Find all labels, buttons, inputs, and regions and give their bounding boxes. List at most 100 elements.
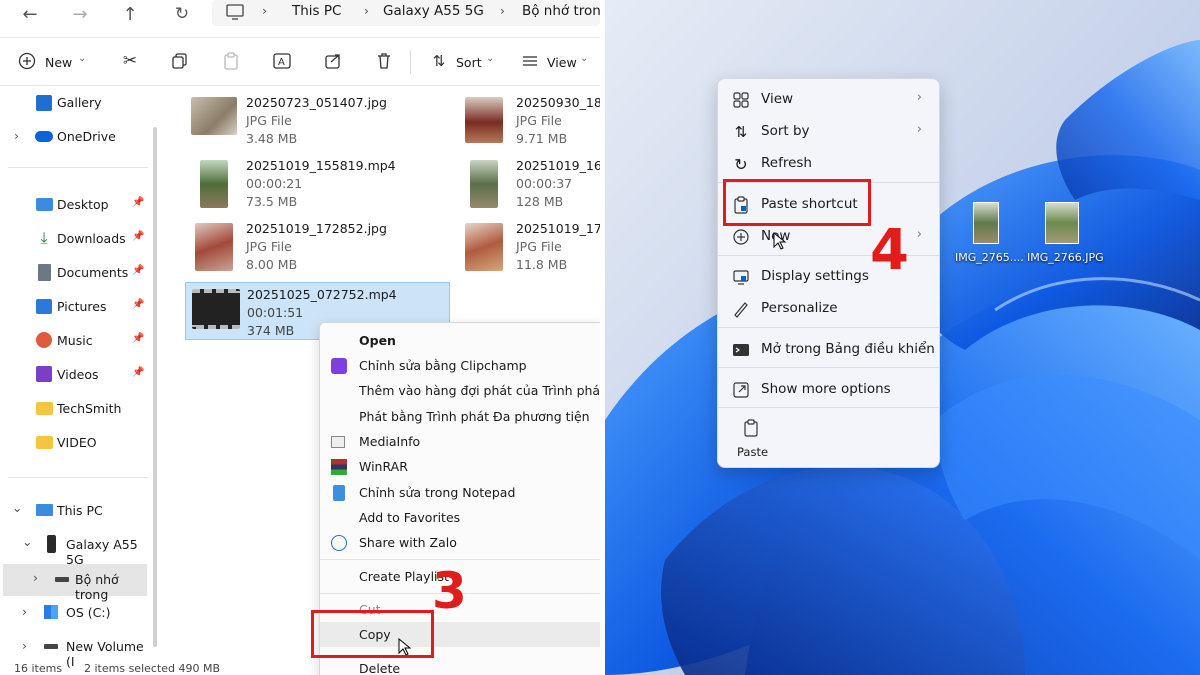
refresh-icon[interactable]: ↻ (170, 2, 194, 26)
copy-icon[interactable] (171, 52, 189, 70)
pin-icon[interactable]: 📌 (132, 197, 144, 208)
sidebar-item-this-pc[interactable]: ⌄ This PC (0, 496, 150, 526)
breadcrumb-galaxy[interactable]: Galaxy A55 5G (383, 3, 484, 19)
breadcrumb-internal-storage[interactable]: Bộ nhớ tron (522, 3, 600, 19)
file-name: 20251019_160 (516, 158, 600, 173)
menu-item-notepad[interactable]: Chỉnh sửa trong Notepad (320, 480, 600, 505)
file-item[interactable]: 20251019_172852.jpg JPG File 8.00 MB (185, 217, 450, 277)
sidebar-item-techsmith[interactable]: TechSmith (0, 394, 150, 424)
rename-icon[interactable]: A (273, 52, 291, 70)
file-duration: 00:00:21 (246, 176, 303, 191)
sidebar-item-label: Galaxy A55 5G (66, 537, 138, 567)
sidebar-item-os-c[interactable]: › OS (C:) (0, 598, 150, 628)
sidebar-scrollbar[interactable] (153, 127, 157, 647)
sidebar-item-label: Documents (57, 265, 129, 280)
forward-arrow-icon[interactable]: → (68, 2, 92, 26)
image-thumbnail (191, 97, 237, 135)
chevron-right-icon: › (916, 227, 922, 242)
sidebar-item-videos[interactable]: Videos 📌 (0, 360, 150, 390)
menu-item-view[interactable]: View › (718, 83, 940, 115)
menu-item-open-control-panel[interactable]: Mở trong Bảng điều khiển (718, 333, 940, 365)
menu-item-delete[interactable]: Delete (320, 656, 600, 675)
sidebar-item-onedrive[interactable]: › OneDrive (0, 122, 150, 152)
menu-item-open[interactable]: Open (320, 328, 600, 353)
file-name: 20251025_072752.mp4 (247, 287, 397, 302)
sidebar-item-internal-storage[interactable]: › Bộ nhớ trong (3, 564, 147, 602)
menu-item-play-media[interactable]: Phát bằng Trình phát Đa phương tiện (320, 404, 600, 429)
file-duration: 00:01:51 (247, 305, 304, 320)
up-arrow-icon[interactable]: ↑ (118, 2, 142, 26)
back-arrow-icon[interactable]: ← (18, 2, 42, 26)
cut-icon[interactable]: ✂ (120, 51, 140, 71)
share-icon[interactable] (324, 52, 342, 70)
sidebar-item-label: Music (57, 333, 93, 348)
paste-icon[interactable] (222, 52, 240, 70)
menu-item-show-more-options[interactable]: Show more options (718, 373, 940, 405)
sidebar-item-music[interactable]: Music 📌 (0, 326, 150, 356)
file-name: 20250723_051407.jpg (246, 95, 387, 110)
brush-icon (732, 300, 750, 318)
file-item[interactable]: 20250930_183 JPG File 9.71 MB (455, 91, 600, 151)
chevron-down-icon: ⌄ (580, 53, 589, 64)
file-item[interactable]: 20250723_051407.jpg JPG File 3.48 MB (185, 91, 450, 151)
menu-item-label: Sort by (761, 123, 810, 139)
breadcrumb[interactable]: › This PC › Galaxy A55 5G › Bộ nhớ tron (212, 0, 600, 26)
new-plus-icon[interactable] (18, 52, 36, 70)
menu-item-mediainfo[interactable]: MediaInfo (320, 429, 600, 454)
pin-icon[interactable]: 📌 (132, 231, 144, 242)
menu-item-add-favorites[interactable]: Add to Favorites (320, 505, 600, 530)
menu-item-share-zalo[interactable]: Share with Zalo (320, 530, 600, 555)
os-drive-icon (44, 605, 58, 619)
sidebar-item-documents[interactable]: Documents 📌 (0, 258, 150, 288)
sidebar-item-gallery[interactable]: Gallery (0, 88, 150, 118)
menu-item-refresh[interactable]: ↻ Refresh (718, 147, 940, 179)
file-item[interactable]: 20251019_160 00:00:37 128 MB (455, 154, 600, 214)
paste-button[interactable]: Paste (730, 415, 774, 461)
notepad-icon (333, 485, 345, 501)
desktop-file-icon[interactable]: IMG_2765.... (951, 200, 1024, 270)
desktop-file-icon[interactable]: IMG_2766.JPG (1025, 200, 1105, 270)
chevron-right-icon: › (14, 128, 19, 143)
file-name: 20251019_172 (516, 221, 600, 236)
menu-item-sort-by[interactable]: ⇅ Sort by › (718, 115, 940, 147)
sidebar-item-pictures[interactable]: Pictures 📌 (0, 292, 150, 322)
chevron-right-icon: › (916, 90, 922, 105)
new-button[interactable]: New (45, 55, 72, 70)
menu-separator (718, 367, 940, 368)
sidebar-item-new-volume[interactable]: › New Volume (I (0, 632, 150, 669)
file-item[interactable]: 20251019_155819.mp4 00:00:21 73.5 MB (185, 154, 450, 214)
file-size: 9.71 MB (516, 131, 568, 146)
sidebar-item-video-folder[interactable]: VIDEO (0, 428, 150, 458)
sidebar-item-label: This PC (57, 503, 103, 518)
drive-icon (55, 577, 69, 582)
pin-icon[interactable]: 📌 (132, 333, 144, 344)
pin-icon[interactable]: 📌 (132, 299, 144, 310)
menu-item-label: WinRAR (359, 459, 408, 474)
menu-item-personalize[interactable]: Personalize (718, 292, 940, 324)
pin-icon[interactable]: 📌 (132, 265, 144, 276)
download-icon: ⤓ (40, 228, 48, 247)
selection-info: 2 items selected 490 MB (84, 662, 221, 675)
image-thumbnail (1045, 202, 1079, 244)
menu-separator (718, 327, 940, 328)
menu-item-winrar[interactable]: WinRAR (320, 454, 600, 479)
delete-icon[interactable] (375, 52, 393, 70)
pin-icon[interactable]: 📌 (132, 367, 144, 378)
sidebar-item-label: TechSmith (57, 401, 122, 416)
menu-item-add-to-queue[interactable]: Thêm vào hàng đợi phát của Trình phát Đa (320, 378, 600, 403)
menu-item-label: Personalize (761, 300, 838, 316)
file-explorer-window: ← → ↑ ↻ › This PC › Galaxy A55 5G › Bộ n… (0, 0, 600, 675)
video-thumbnail (470, 160, 498, 208)
sidebar-item-downloads[interactable]: ⤓ Downloads 📌 (0, 224, 150, 254)
sort-button[interactable]: Sort (456, 55, 482, 70)
breadcrumb-this-pc[interactable]: This PC (292, 3, 341, 19)
sidebar-item-galaxy[interactable]: ⌄ Galaxy A55 5G (0, 530, 150, 567)
menu-item-clipchamp[interactable]: Chỉnh sửa bằng Clipchamp (320, 353, 600, 378)
chevron-right-icon: › (916, 122, 922, 137)
video-thumbnail (200, 160, 228, 208)
chevron-right-icon: › (33, 570, 38, 585)
sidebar-item-desktop[interactable]: Desktop 📌 (0, 190, 150, 220)
winrar-icon (331, 459, 347, 475)
file-item[interactable]: 20251019_172 JPG File 11.8 MB (455, 217, 600, 277)
view-button[interactable]: View (547, 55, 577, 70)
